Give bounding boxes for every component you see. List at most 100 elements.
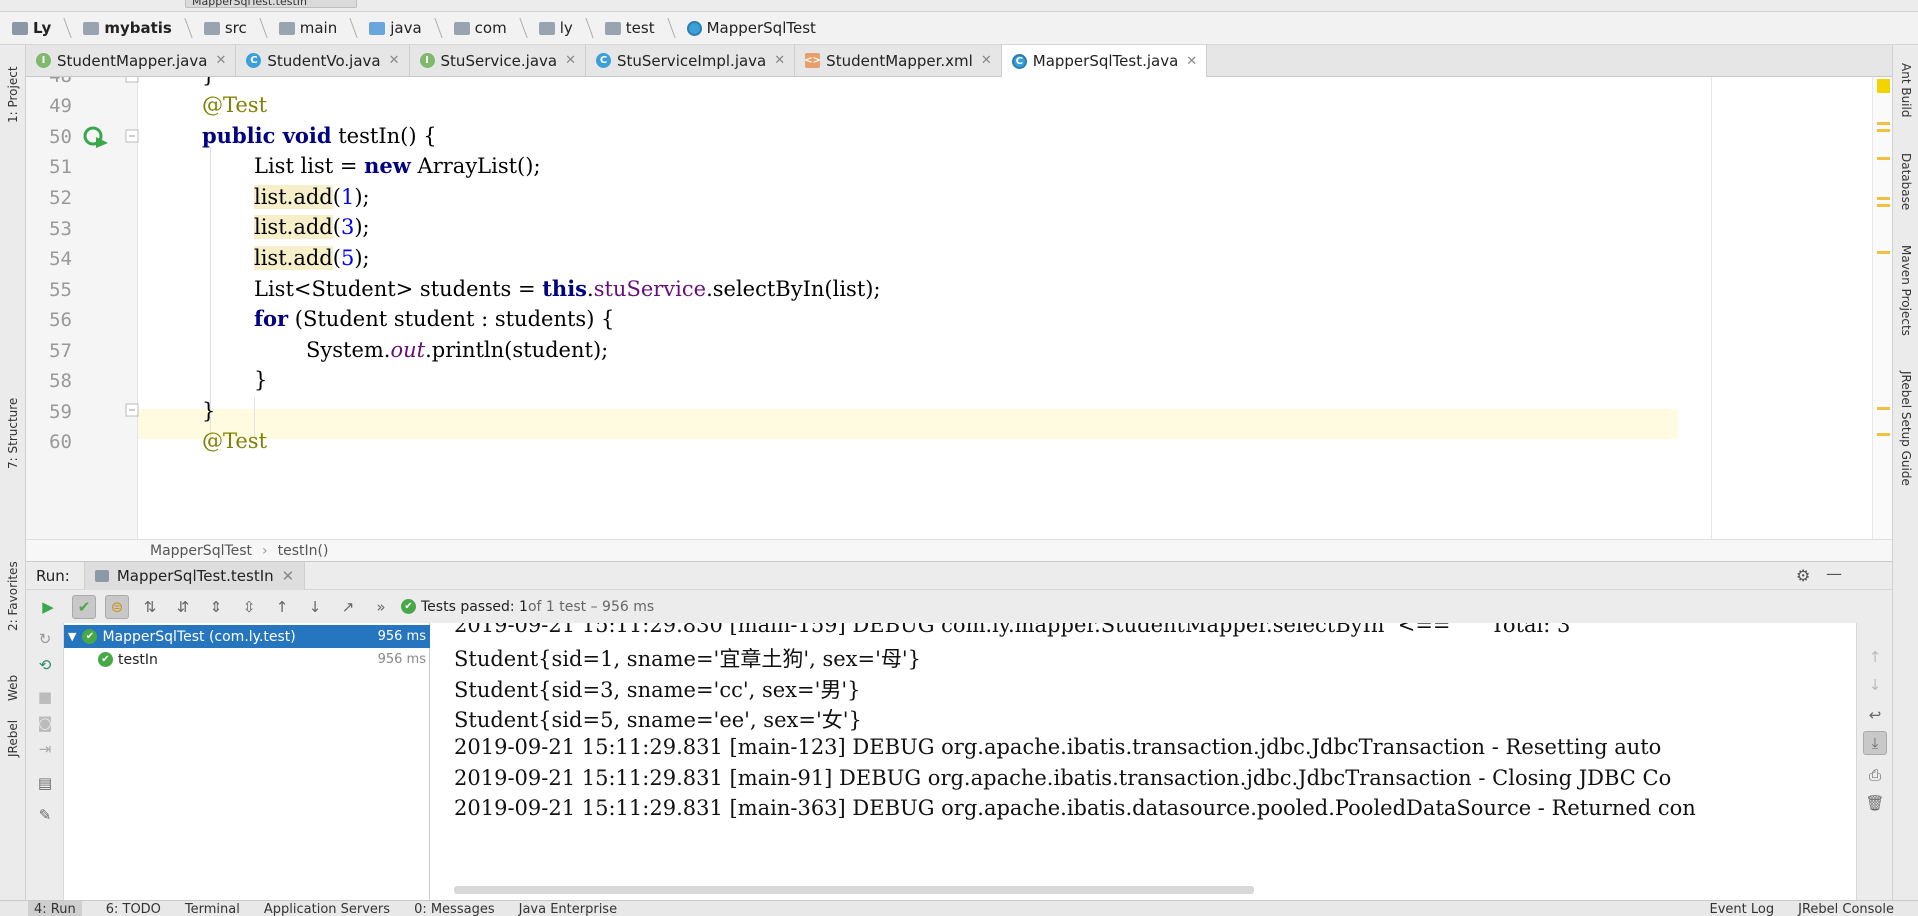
- crumb-mybatis[interactable]: mybatis: [83, 16, 204, 40]
- trash-icon[interactable]: 🗑: [1863, 791, 1887, 815]
- close-icon[interactable]: ✕: [565, 53, 576, 68]
- stripe-marker[interactable]: [1877, 251, 1890, 254]
- expand-all-icon[interactable]: ⇕: [204, 595, 228, 619]
- tab-stuserviceimpl-java[interactable]: C StuServiceImpl.java ✕: [586, 45, 796, 76]
- code-editor[interactable]: 48 49 50 51 52 53 54 55 56 57 58 59 60 }…: [26, 77, 1892, 539]
- line-number: 58: [49, 370, 72, 392]
- run-test-icon[interactable]: [82, 125, 110, 149]
- close-icon[interactable]: ✕: [282, 567, 295, 585]
- tree-item-mappersqltest[interactable]: ▼ ✔ MapperSqlTest (com.ly.test) 956 ms: [64, 625, 430, 648]
- chevron-down-icon[interactable]: ▼: [68, 630, 76, 643]
- console-output[interactable]: 2019-09-21 15:11:29.830 [main-159] DEBUG…: [430, 623, 1856, 900]
- crumb-java[interactable]: java: [369, 16, 453, 40]
- tab-studentmapper-java[interactable]: I StudentMapper.java ✕: [26, 45, 237, 76]
- tool-todo-button[interactable]: 6: TODO: [106, 901, 161, 916]
- jrebel-tool-button[interactable]: JRebel: [6, 720, 20, 757]
- tool-terminal-button[interactable]: Terminal: [185, 901, 240, 916]
- database-tool-button[interactable]: Database: [1899, 153, 1913, 210]
- console-scrollbar[interactable]: [454, 886, 1254, 894]
- print-icon[interactable]: ⎙: [1863, 763, 1887, 787]
- crumb-mappersqltest[interactable]: MapperSqlTest: [686, 16, 822, 40]
- tool-java-enterprise-button[interactable]: Java Enterprise: [519, 901, 617, 916]
- stripe-marker[interactable]: [1877, 433, 1890, 436]
- rerun-icon[interactable]: ▶: [36, 595, 60, 619]
- close-icon[interactable]: ✕: [1186, 54, 1197, 69]
- toggle-auto-test-icon[interactable]: ⟲: [33, 653, 57, 677]
- crumb-ly-package[interactable]: ly: [538, 16, 605, 40]
- tool-label: Web: [6, 674, 20, 701]
- tool-event-log-button[interactable]: Event Log: [1710, 901, 1775, 916]
- close-icon[interactable]: ✕: [389, 53, 400, 68]
- maven-tool-button[interactable]: Maven Projects: [1899, 245, 1913, 336]
- tool-jrebel-console-button[interactable]: JRebel Console: [1798, 901, 1894, 916]
- test-tree: ▼ ✔ MapperSqlTest (com.ly.test) 956 ms ✔…: [64, 623, 430, 900]
- import-icon[interactable]: ⇥: [33, 737, 57, 761]
- tool-label: 1: Project: [6, 66, 20, 123]
- fold-icon[interactable]: [125, 403, 139, 417]
- tool-run-button[interactable]: 4: Run: [28, 901, 82, 916]
- down-arrow-icon[interactable]: ↓: [1863, 673, 1887, 697]
- crumb-main[interactable]: main: [278, 16, 369, 40]
- stripe-marker[interactable]: [1877, 197, 1890, 200]
- tool-app-servers-button[interactable]: Application Servers: [264, 901, 390, 916]
- package-icon: [538, 21, 555, 35]
- line-number: 51: [49, 156, 72, 178]
- tree-item-testin[interactable]: ✔ testIn 956 ms: [64, 648, 430, 671]
- previous-icon[interactable]: ↑: [270, 595, 294, 619]
- fold-icon[interactable]: [125, 129, 139, 143]
- stripe-marker[interactable]: [1877, 157, 1890, 160]
- up-arrow-icon[interactable]: ↑: [1863, 645, 1887, 669]
- structure-tool-button[interactable]: 7: Structure: [6, 398, 20, 469]
- run-config-select[interactable]: MapperSqlTest.testIn: [185, 0, 357, 8]
- soft-wrap-icon[interactable]: ↩: [1863, 703, 1887, 727]
- error-stripe[interactable]: [1872, 77, 1892, 539]
- tool-messages-button[interactable]: 0: Messages: [414, 901, 495, 916]
- crumb-ly[interactable]: Ly: [12, 16, 83, 40]
- minimize-icon[interactable]: —: [1826, 564, 1842, 583]
- stripe-marker[interactable]: [1877, 204, 1890, 207]
- rerun-failed-icon[interactable]: ↻: [33, 627, 57, 651]
- favorites-tool-button[interactable]: 2: Favorites: [6, 561, 20, 631]
- tab-mappersqltest-java[interactable]: C MapperSqlTest.java ✕: [1001, 45, 1208, 77]
- tab-studentmapper-xml[interactable]: <> StudentMapper.xml ✕: [795, 45, 1002, 76]
- jrebel-guide-tool-button[interactable]: JRebel Setup Guide: [1899, 371, 1913, 486]
- stripe-marker[interactable]: [1877, 129, 1890, 132]
- ant-build-tool-button[interactable]: Ant Build: [1899, 63, 1913, 117]
- collapse-all-icon[interactable]: ⇳: [237, 595, 261, 619]
- run-tab[interactable]: MapperSqlTest.testIn ✕: [83, 561, 306, 590]
- module-icon: [12, 21, 28, 35]
- stop-icon[interactable]: ■: [33, 685, 57, 709]
- layout-icon[interactable]: ▤: [33, 771, 57, 795]
- more-icon[interactable]: »: [369, 595, 393, 619]
- crumb-com[interactable]: com: [453, 16, 539, 40]
- crumb-class[interactable]: MapperSqlTest: [150, 543, 252, 559]
- sort-duration-icon[interactable]: ⇵: [171, 595, 195, 619]
- next-icon[interactable]: ↓: [303, 595, 327, 619]
- project-tool-button[interactable]: 1: Project: [6, 66, 20, 123]
- check-icon: ✔: [98, 652, 113, 667]
- close-icon[interactable]: ✕: [215, 53, 226, 68]
- gear-icon[interactable]: ⚙: [1796, 566, 1810, 585]
- show-passed-icon[interactable]: ✔: [72, 594, 96, 619]
- camera-icon[interactable]: ◙: [33, 711, 57, 735]
- tab-stuservice-java[interactable]: I StuService.java ✕: [410, 45, 586, 76]
- export-icon[interactable]: ↗: [336, 595, 360, 619]
- bottom-tool-bar: 4: Run 6: TODO Terminal Application Serv…: [0, 900, 1918, 916]
- pin-icon[interactable]: ✎: [33, 803, 57, 827]
- close-icon[interactable]: ✕: [774, 53, 785, 68]
- web-tool-button[interactable]: Web: [6, 675, 20, 701]
- crumb-test[interactable]: test: [604, 16, 687, 40]
- crumb-src[interactable]: src: [203, 16, 279, 40]
- crumb-method[interactable]: testIn(): [278, 543, 329, 559]
- show-ignored-icon[interactable]: ⊜: [105, 594, 129, 619]
- scroll-to-end-icon[interactable]: ⤓: [1863, 731, 1887, 755]
- sort-alpha-icon[interactable]: ⇅: [138, 595, 162, 619]
- stripe-marker[interactable]: [1877, 407, 1890, 410]
- tab-studentvo-java[interactable]: C StudentVo.java ✕: [236, 45, 410, 76]
- close-icon[interactable]: ✕: [981, 53, 992, 68]
- test-status: ✔ Tests passed: 1 of 1 test – 956 ms: [401, 599, 654, 615]
- stripe-marker[interactable]: [1877, 122, 1890, 125]
- crumb-label: main: [299, 19, 338, 37]
- code-text: List list =: [254, 154, 365, 178]
- fold-icon[interactable]: [125, 77, 139, 83]
